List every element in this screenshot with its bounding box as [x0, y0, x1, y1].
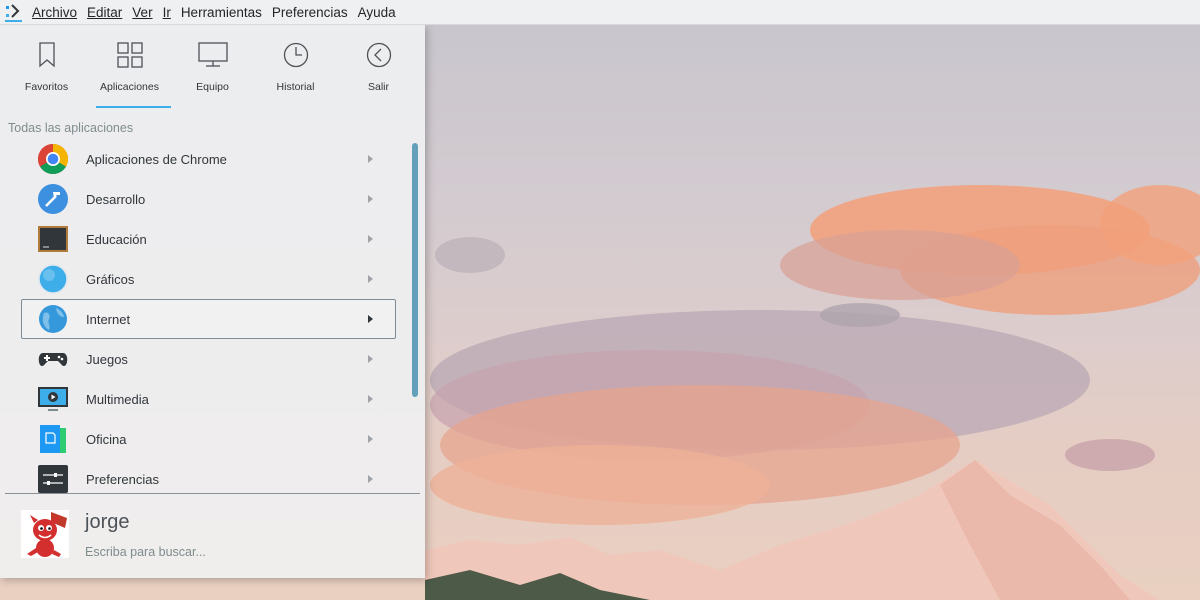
- tab-label: Aplicaciones: [100, 81, 159, 93]
- arrow-right-icon: [368, 475, 373, 483]
- arrow-right-icon: [368, 315, 373, 323]
- monitor-icon: [197, 42, 228, 67]
- menu-archivo[interactable]: Archivo: [32, 0, 77, 25]
- app-label: Aplicaciones de Chrome: [86, 151, 227, 167]
- tab-label: Historial: [276, 81, 315, 93]
- settings-icon: [38, 465, 68, 493]
- app-label: Multimedia: [86, 391, 149, 407]
- app-label: Preferencias: [86, 471, 159, 487]
- app-category-desarrollo[interactable]: Desarrollo: [21, 179, 396, 219]
- tab-favoritos[interactable]: Favoritos: [5, 25, 88, 110]
- menu-herramientas[interactable]: Herramientas: [181, 0, 262, 25]
- development-icon: [38, 184, 68, 214]
- tab-historial[interactable]: Historial: [254, 25, 337, 110]
- arrow-right-icon: [368, 395, 373, 403]
- bookmark-icon: [38, 42, 55, 68]
- app-category-internet[interactable]: Internet: [21, 299, 396, 339]
- arrow-right-icon: [368, 235, 373, 243]
- username: jorge: [85, 511, 130, 533]
- arrow-right-icon: [368, 155, 373, 163]
- internet-icon: [39, 305, 67, 333]
- user-avatar: [21, 510, 69, 558]
- tab-label: Favoritos: [24, 81, 69, 93]
- clock-icon: [283, 42, 308, 68]
- tab-label: Equipo: [196, 81, 229, 93]
- app-logo-icon: [5, 4, 22, 22]
- arrow-right-icon: [368, 435, 373, 443]
- section-title: Todas las aplicaciones: [8, 121, 134, 135]
- tab-equipo[interactable]: Equipo: [171, 25, 254, 110]
- menu-ayuda[interactable]: Ayuda: [358, 0, 396, 25]
- multimedia-icon: [38, 387, 68, 411]
- grid-icon: [116, 42, 143, 68]
- app-category-oficina[interactable]: Oficina: [21, 419, 396, 459]
- app-label: Gráficos: [86, 271, 135, 287]
- tab-salir[interactable]: Salir: [337, 25, 420, 110]
- tab-label: Salir: [367, 81, 389, 93]
- education-icon: [38, 226, 68, 252]
- tab-aplicaciones[interactable]: Aplicaciones: [88, 25, 171, 110]
- application-launcher: Favoritos Aplicaciones Equipo Historial …: [0, 25, 425, 578]
- app-list-scrollbar[interactable]: [412, 143, 418, 397]
- arrow-right-icon: [368, 195, 373, 203]
- chrome-icon: [37, 144, 69, 175]
- search-input[interactable]: [85, 543, 385, 561]
- footer-divider: [5, 493, 420, 494]
- arrow-right-icon: [368, 355, 373, 363]
- menu-ver[interactable]: Ver: [132, 0, 152, 25]
- arrow-right-icon: [368, 275, 373, 283]
- application-list: Aplicaciones de Chrome Desarrollo Educac…: [21, 139, 396, 499]
- app-category-juegos[interactable]: Juegos: [21, 339, 396, 379]
- app-category-graficos[interactable]: Gráficos: [21, 259, 396, 299]
- menu-bar: Archivo Editar Ver Ir Herramientas Prefe…: [0, 0, 1200, 25]
- launcher-tabs: Favoritos Aplicaciones Equipo Historial …: [5, 25, 420, 110]
- app-category-multimedia[interactable]: Multimedia: [21, 379, 396, 419]
- app-category-chrome[interactable]: Aplicaciones de Chrome: [21, 139, 396, 179]
- app-category-educacion[interactable]: Educación: [21, 219, 396, 259]
- office-icon: [40, 425, 66, 453]
- app-label: Educación: [86, 231, 147, 247]
- app-label: Oficina: [86, 431, 127, 447]
- app-label: Internet: [86, 311, 131, 327]
- app-label: Juegos: [86, 351, 128, 367]
- graphics-icon: [38, 264, 68, 294]
- gamepad-icon: [38, 353, 68, 367]
- leave-icon: [366, 42, 391, 68]
- menu-preferencias[interactable]: Preferencias: [272, 0, 348, 25]
- app-label: Desarrollo: [86, 191, 146, 207]
- menu-ir[interactable]: Ir: [163, 0, 171, 25]
- menu-editar[interactable]: Editar: [87, 0, 122, 25]
